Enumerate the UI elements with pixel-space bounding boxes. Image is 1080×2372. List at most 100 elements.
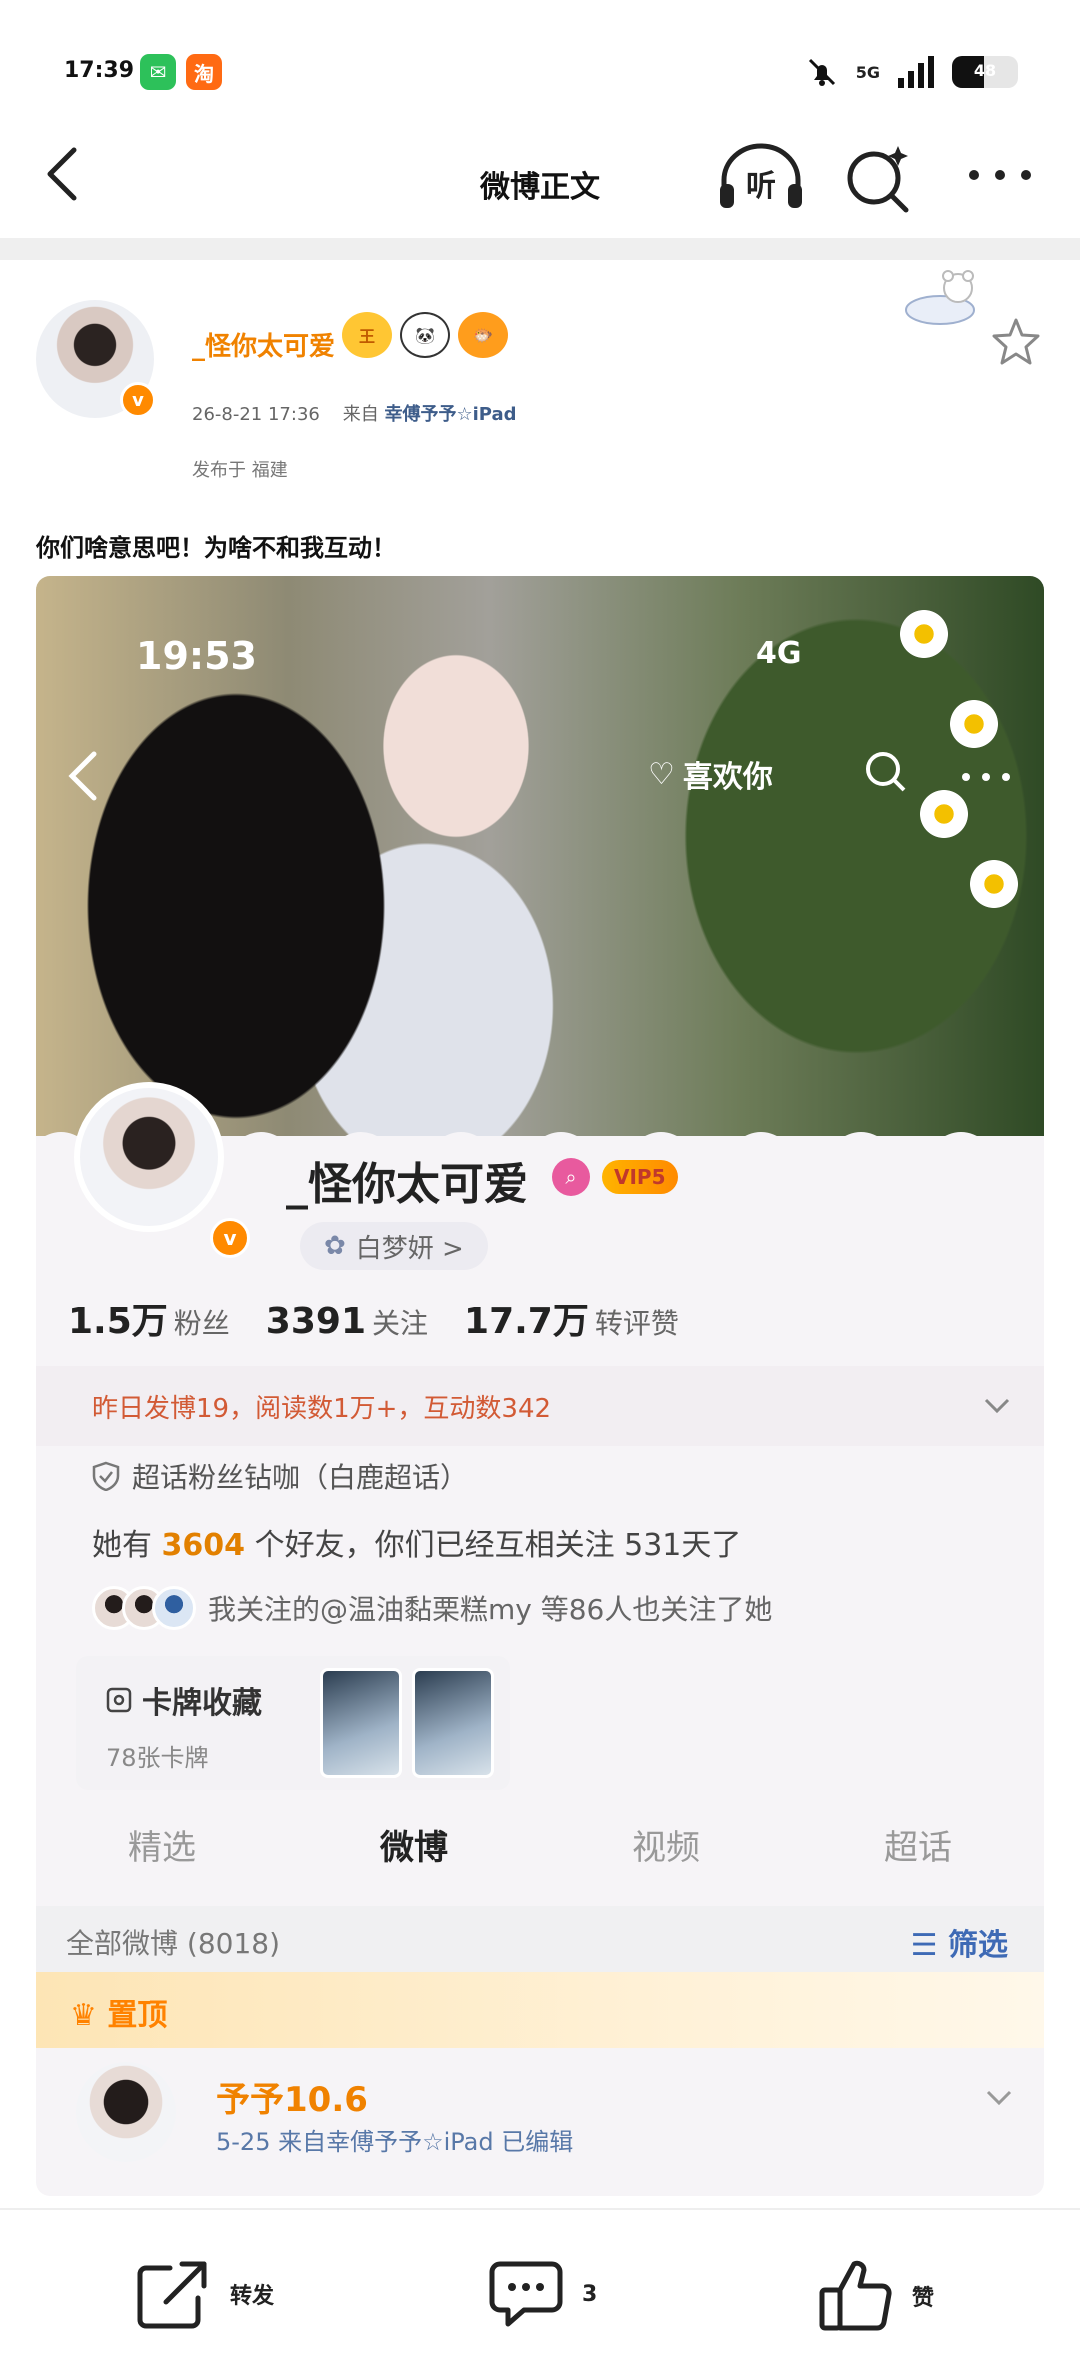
daisy-icon — [946, 696, 1002, 752]
status-indicators: 5G 48 — [804, 52, 1018, 92]
avatar — [152, 1586, 196, 1630]
post-avatar — [76, 2062, 176, 2162]
profile-verified-badge: v — [210, 1218, 250, 1258]
repost-label: 转发 — [230, 2284, 275, 2309]
super-topic-row: 超话粉丝钻咖（白鹿超话） — [92, 1456, 468, 1496]
battery-icon: 48 — [952, 56, 1018, 88]
share-icon — [137, 2261, 207, 2329]
battery-level: 48 — [973, 61, 997, 80]
search-icon[interactable] — [840, 140, 920, 220]
repost-button[interactable]: 转发 — [136, 2258, 274, 2330]
daisy-icon — [966, 856, 1022, 912]
tab-weibo: 微博 — [380, 1828, 448, 1868]
comment-button[interactable]: 3 — [488, 2258, 597, 2330]
friends-row: 她有 3604 个好友，你们已经互相关注 531天了 — [92, 1520, 741, 1564]
wechat-icon: ✉ — [140, 54, 176, 90]
phone-signal: 4G — [756, 636, 802, 671]
status-time: 17:39 — [64, 58, 135, 83]
vip-badge: VIP5 — [602, 1160, 678, 1194]
phone-time: 19:53 — [136, 634, 257, 678]
stat-interactions: 17.7万 转评赞 — [464, 1301, 679, 1342]
all-posts-count: 全部微博 (8018) — [66, 1927, 281, 1960]
post-time: 26-8-21 17:36 — [192, 404, 320, 425]
listen-headphones-icon[interactable]: 听 — [716, 140, 806, 214]
post-source[interactable]: 幸傅予予☆iPad — [384, 404, 516, 425]
post-image[interactable]: 19:53 4G ♡ 喜欢你 v _怪你太可爱 ⌕ VIP5 ✿ 白梦妍 > 1… — [36, 576, 1044, 2196]
bear-decoration-icon — [905, 270, 975, 325]
search-icon — [866, 752, 906, 792]
more-icon — [962, 773, 1010, 781]
comment-count: 3 — [582, 2281, 598, 2307]
profile-name: _怪你太可爱 — [286, 1159, 528, 1210]
fish-badge-icon[interactable]: 🐡 — [458, 312, 508, 358]
post-meta: 26-8-21 17:36 来自 幸傅予予☆iPad — [192, 400, 517, 426]
search-badge-icon: ⌕ — [552, 1158, 590, 1196]
like-button[interactable]: 赞 — [818, 2258, 934, 2334]
back-icon — [68, 751, 97, 801]
filter-icon: ☰ — [910, 1928, 938, 1963]
stat-fans: 1.5万 粉丝 — [68, 1301, 230, 1342]
taobao-icon: 淘 — [186, 54, 222, 90]
pinned-bar: ♛ 置顶 — [36, 1972, 1044, 2048]
post-location: 发布于 福建 — [192, 460, 288, 481]
comment-icon — [489, 2261, 563, 2327]
crown-icon: ♛ — [70, 1998, 108, 2033]
listen-label: 听 — [746, 169, 776, 204]
card-collection: 卡牌收藏 78张卡牌 — [76, 1656, 510, 1790]
card-thumbnail — [320, 1668, 402, 1778]
chevron-down-icon — [986, 2090, 1012, 2106]
from-prefix: 来自 — [342, 404, 379, 425]
divider — [0, 238, 1080, 260]
daisy-icon — [916, 786, 972, 842]
mutual-text: 我关注的@温油黏栗糕my 等86人也关注了她 — [208, 1593, 773, 1626]
all-posts-bar: 全部微博 (8018) ☰ 筛选 — [36, 1906, 1044, 1972]
mutual-follow-row: 我关注的@温油黏栗糕my 等86人也关注了她 — [92, 1586, 772, 1630]
yesterday-text: 昨日发博19，阅读数1万+，互动数342 — [92, 1394, 552, 1424]
status-bar: 17:39 ✉ 淘 5G 48 — [0, 0, 1080, 110]
heart-hand-icon: ♡ — [648, 756, 675, 792]
like-you-label: 喜欢你 — [682, 760, 773, 795]
network-label: 5G — [855, 62, 880, 82]
super-topic-text: 超话粉丝钻咖（白鹿超话） — [132, 1461, 469, 1494]
card-thumbnail — [412, 1668, 494, 1778]
profile-stats: 1.5万 粉丝 3391 关注 17.7万 转评赞 — [68, 1292, 679, 1344]
tab-video: 视频 — [632, 1828, 700, 1868]
friends-count: 3604 — [161, 1528, 246, 1563]
pinned-post-meta: 5-25 来自幸傅予予☆iPad 已编辑 — [216, 2128, 574, 2156]
yesterday-summary: 昨日发博19，阅读数1万+，互动数342 — [36, 1366, 1044, 1446]
fanclub-chip: ✿ 白梦妍 > — [300, 1222, 488, 1270]
like-you-button: ♡ 喜欢你 — [648, 752, 773, 796]
mute-bell-icon — [808, 58, 835, 86]
profile-avatar — [74, 1082, 224, 1232]
pinned-label: ♛ 置顶 — [70, 1998, 168, 2033]
fanclub-label: 白梦妍 > — [355, 1233, 464, 1264]
user-badges: 王 🐼 🐡 — [342, 312, 508, 358]
verified-badge: v — [120, 382, 156, 418]
friends-prefix: 她有 — [92, 1528, 152, 1563]
bottom-action-bar: 转发 3 赞 — [0, 2208, 1080, 2372]
card-collection-label: 卡牌收藏 — [142, 1686, 262, 1721]
crown-badge-icon[interactable]: 王 — [342, 312, 392, 358]
tab-featured: 精选 — [128, 1828, 196, 1868]
username[interactable]: _怪你太可爱 — [192, 326, 335, 363]
like-label: 赞 — [912, 2286, 935, 2311]
card-collection-title: 卡牌收藏 — [104, 1678, 262, 1722]
clover-icon: ✿ — [324, 1231, 346, 1261]
nav-bar: 微博正文 听 — [0, 118, 1080, 236]
chevron-down-icon — [984, 1398, 1010, 1414]
mutual-avatars — [92, 1586, 196, 1630]
post-text: 你们啥意思吧！为啥不和我互动！ — [36, 534, 396, 562]
tab-super-topic: 超话 — [884, 1828, 952, 1868]
card-count: 78张卡牌 — [106, 1744, 209, 1772]
filter-label: 筛选 — [948, 1928, 1008, 1963]
daisy-icon — [896, 606, 952, 662]
panda-badge-icon[interactable]: 🐼 — [400, 312, 450, 358]
filter-button: ☰ 筛选 — [911, 1920, 1008, 1964]
shield-icon — [92, 1461, 120, 1491]
thumbs-up-icon — [819, 2260, 892, 2331]
favorite-star-icon[interactable] — [990, 316, 1042, 368]
card-icon — [106, 1687, 132, 1713]
friends-suffix: 个好友，你们已经互相关注 531天了 — [254, 1528, 742, 1563]
more-icon[interactable] — [960, 150, 1040, 200]
pinned-post-author: 予予10.6 — [216, 2080, 368, 2120]
